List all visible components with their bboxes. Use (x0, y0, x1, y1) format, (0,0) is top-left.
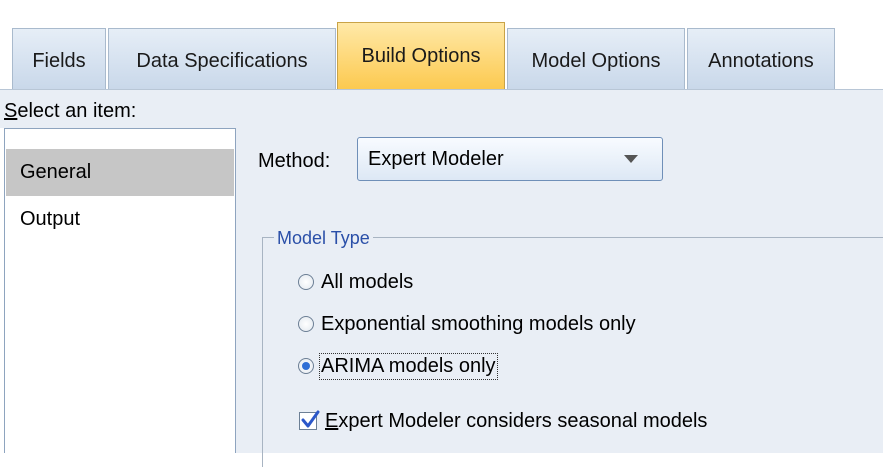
radio-all-models[interactable]: All models (298, 267, 413, 297)
method-dropdown-value: Expert Modeler (368, 147, 504, 170)
tab-fields-label: Fields (32, 49, 86, 72)
radio-all-models-label: All models (321, 270, 414, 293)
tab-bar: Fields Data Specifications Build Options… (0, 0, 883, 90)
radio-button-icon[interactable] (298, 274, 314, 290)
tab-data-specifications[interactable]: Data Specifications (108, 28, 336, 89)
tab-annotations[interactable]: Annotations (687, 28, 835, 89)
tab-fields[interactable]: Fields (12, 28, 106, 89)
seasonal-models-checkbox[interactable] (299, 410, 320, 430)
tab-build-options[interactable]: Build Options (337, 22, 505, 90)
chevron-down-icon (624, 155, 638, 163)
seasonal-models-label: Expert Modeler considers seasonal models (325, 409, 708, 432)
tab-model-options[interactable]: Model Options (507, 28, 685, 89)
method-dropdown[interactable]: Expert Modeler (357, 137, 663, 181)
tab-model-options-label: Model Options (531, 49, 661, 72)
select-item-label: Select an item: (4, 100, 137, 122)
method-label: Method: (258, 150, 331, 172)
tab-build-options-label: Build Options (361, 45, 481, 67)
checkmark-icon (301, 410, 320, 428)
tab-annotations-label: Annotations (708, 49, 814, 72)
radio-button-checked-icon[interactable] (298, 358, 314, 374)
item-list-output[interactable]: Output (6, 196, 234, 243)
tab-data-specifications-label: Data Specifications (136, 49, 308, 72)
item-list-output-label: Output (20, 208, 81, 230)
radio-arima-models[interactable]: ARIMA models only (298, 351, 498, 381)
radio-exponential-smoothing-label: Exponential smoothing models only (321, 312, 636, 335)
item-list-general[interactable]: General (6, 149, 234, 196)
seasonal-models-checkbox-row[interactable]: Expert Modeler considers seasonal models (299, 406, 707, 436)
radio-exponential-smoothing[interactable]: Exponential smoothing models only (298, 309, 636, 339)
model-type-legend: Model Type (274, 228, 373, 249)
item-list-general-label: General (20, 161, 92, 183)
item-list: General Output (4, 128, 236, 453)
radio-arima-models-label: ARIMA models only (319, 352, 498, 380)
radio-button-icon[interactable] (298, 316, 314, 332)
